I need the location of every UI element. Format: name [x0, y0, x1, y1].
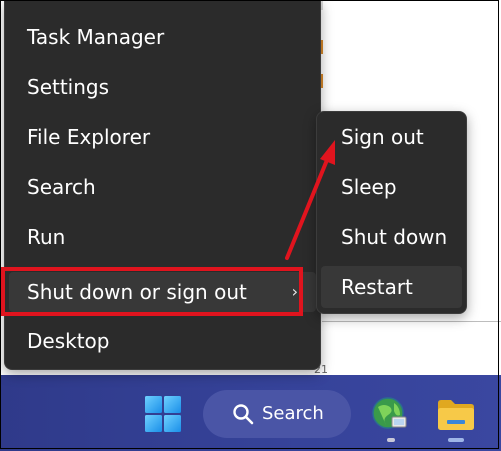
submenu-item-shut-down[interactable]: Shut down	[321, 216, 462, 258]
background-divider	[322, 321, 501, 322]
menu-item-label: Run	[27, 225, 66, 249]
search-label: Search	[262, 403, 324, 424]
menu-item-settings[interactable]: Settings	[9, 67, 316, 107]
menu-item-run[interactable]: Run	[9, 217, 316, 257]
menu-item-file-explorer[interactable]: File Explorer	[9, 117, 316, 157]
submenu-item-label: Shut down	[341, 225, 448, 249]
submenu-item-sign-out[interactable]: Sign out	[321, 116, 462, 158]
shutdown-submenu: Sign out Sleep Shut down Restart	[316, 111, 467, 314]
running-indicator	[448, 438, 464, 442]
menu-item-label: Search	[27, 175, 96, 199]
menu-item-task-manager[interactable]: Task Manager	[9, 17, 316, 57]
running-indicator	[387, 438, 395, 442]
menu-item-desktop[interactable]: Desktop	[9, 321, 316, 361]
windows-start-icon[interactable]	[145, 396, 181, 432]
menu-item-label: File Explorer	[27, 125, 151, 149]
globe-network-icon[interactable]	[370, 395, 410, 435]
submenu-item-label: Sleep	[341, 175, 397, 199]
file-explorer-folder-icon[interactable]	[436, 397, 476, 433]
submenu-item-restart[interactable]: Restart	[321, 266, 462, 308]
menu-item-label: Desktop	[27, 329, 110, 353]
submenu-item-label: Restart	[341, 275, 413, 299]
menu-item-label: Task Manager	[27, 25, 165, 49]
annotation-highlight-box	[1, 267, 303, 316]
menu-item-label: Settings	[27, 75, 110, 99]
submenu-item-sleep[interactable]: Sleep	[321, 166, 462, 208]
menu-item-search[interactable]: Search	[9, 167, 316, 207]
taskbar: Search	[0, 375, 501, 451]
taskbar-search-box[interactable]: Search	[203, 390, 351, 438]
submenu-item-label: Sign out	[341, 125, 424, 149]
search-icon	[233, 404, 254, 425]
